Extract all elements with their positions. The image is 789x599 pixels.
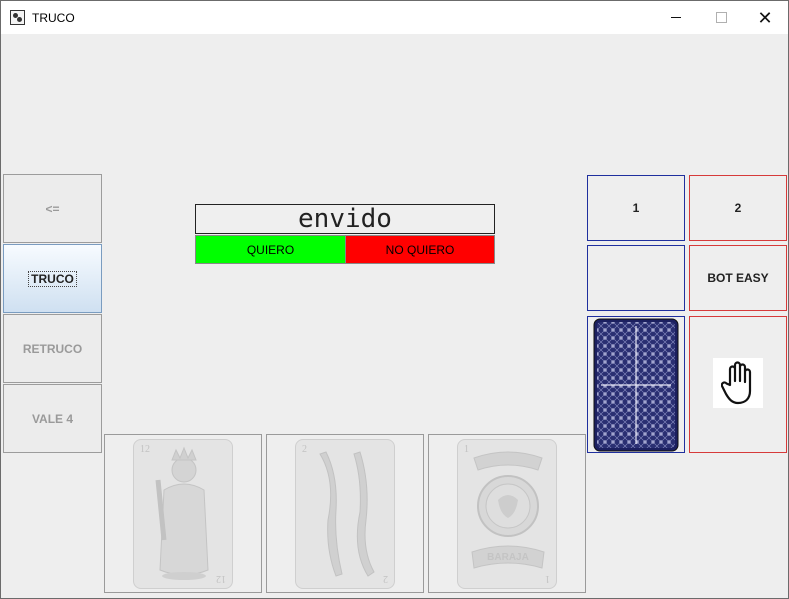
minimize-button[interactable]: [653, 1, 699, 34]
hand-card-1[interactable]: 12 12: [133, 439, 233, 589]
player1-label: 1: [632, 201, 640, 215]
hand-card-slot-3[interactable]: 1 1 BARAJA: [428, 434, 586, 593]
retruco-label: RETRUCO: [22, 341, 83, 356]
oros-icon: [471, 451, 545, 569]
bot-label: BOT EASY: [707, 271, 769, 285]
bot-name: BOT EASY: [689, 245, 787, 311]
call-text: envido: [298, 204, 392, 234]
close-button[interactable]: ✕: [742, 1, 788, 34]
truco-label: TRUCO: [28, 270, 77, 287]
card-back-icon: [593, 318, 679, 451]
player1-score: 1: [587, 175, 685, 241]
game-window: TRUCO ✕ <= TRUCO RETRUCO VALE 4 envido Q…: [0, 0, 789, 599]
vale4-button[interactable]: VALE 4: [3, 384, 102, 453]
card-app-icon: [10, 10, 25, 25]
deck-slot[interactable]: [587, 316, 685, 453]
maximize-icon: [715, 12, 727, 23]
no-quiero-label: NO QUIERO: [385, 242, 455, 257]
no-quiero-button[interactable]: NO QUIERO: [345, 235, 495, 264]
player2-score: 2: [689, 175, 787, 241]
retruco-button[interactable]: RETRUCO: [3, 314, 102, 383]
close-icon: ✕: [757, 7, 773, 28]
hand-icon: [713, 358, 763, 408]
game-board: <= TRUCO RETRUCO VALE 4 envido QUIERO NO…: [1, 34, 788, 598]
back-button[interactable]: <=: [3, 174, 102, 243]
baraja-label: BARAJA: [487, 552, 529, 563]
espadas-icon: [319, 451, 375, 577]
hand-card-3[interactable]: 1 1 BARAJA: [457, 439, 557, 589]
hand-glyph: [721, 361, 752, 405]
vale4-label: VALE 4: [31, 411, 74, 426]
king-figure-icon: [155, 446, 209, 580]
quiero-label: QUIERO: [246, 242, 295, 257]
maximize-button[interactable]: [698, 1, 744, 34]
call-message: envido: [195, 204, 495, 234]
quiero-button[interactable]: QUIERO: [195, 235, 346, 264]
truco-button[interactable]: TRUCO: [3, 244, 102, 313]
player1-status: [587, 245, 685, 311]
hand-card-slot-1[interactable]: 12 12: [104, 434, 262, 593]
title-bar: TRUCO ✕: [1, 1, 788, 34]
window-title: TRUCO: [32, 11, 75, 25]
back-label: <=: [45, 201, 60, 216]
hand-card-slot-2[interactable]: 2 2: [266, 434, 424, 593]
minimize-icon: [671, 17, 681, 18]
hand-card-2[interactable]: 2 2: [295, 439, 395, 589]
player2-label: 2: [734, 201, 742, 215]
